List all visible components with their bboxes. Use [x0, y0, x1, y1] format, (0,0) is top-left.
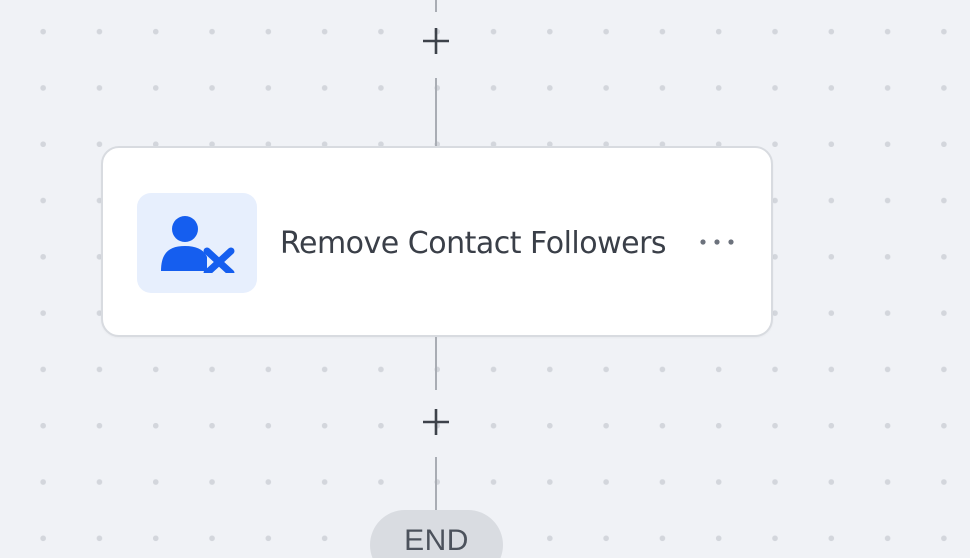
- add-step-button-top[interactable]: [420, 25, 452, 57]
- connector-line-upper: [435, 78, 437, 146]
- action-step-card[interactable]: Remove Contact Followers: [101, 146, 773, 337]
- plus-icon: [423, 28, 449, 54]
- more-horizontal-icon: [700, 239, 734, 245]
- connector-line-top: [435, 0, 437, 12]
- plus-icon: [423, 409, 449, 435]
- action-step-menu-button[interactable]: [695, 226, 739, 258]
- add-step-button-bottom[interactable]: [420, 406, 452, 438]
- connector-line-lower: [435, 337, 437, 390]
- user-remove-icon: [161, 216, 235, 273]
- action-icon-tile: [137, 193, 257, 293]
- end-node: END: [370, 510, 503, 558]
- end-node-label: END: [404, 524, 469, 557]
- action-step-title: Remove Contact Followers: [280, 226, 667, 261]
- connector-line-end: [435, 457, 437, 510]
- workflow-canvas[interactable]: Remove Contact Followers END: [0, 0, 970, 558]
